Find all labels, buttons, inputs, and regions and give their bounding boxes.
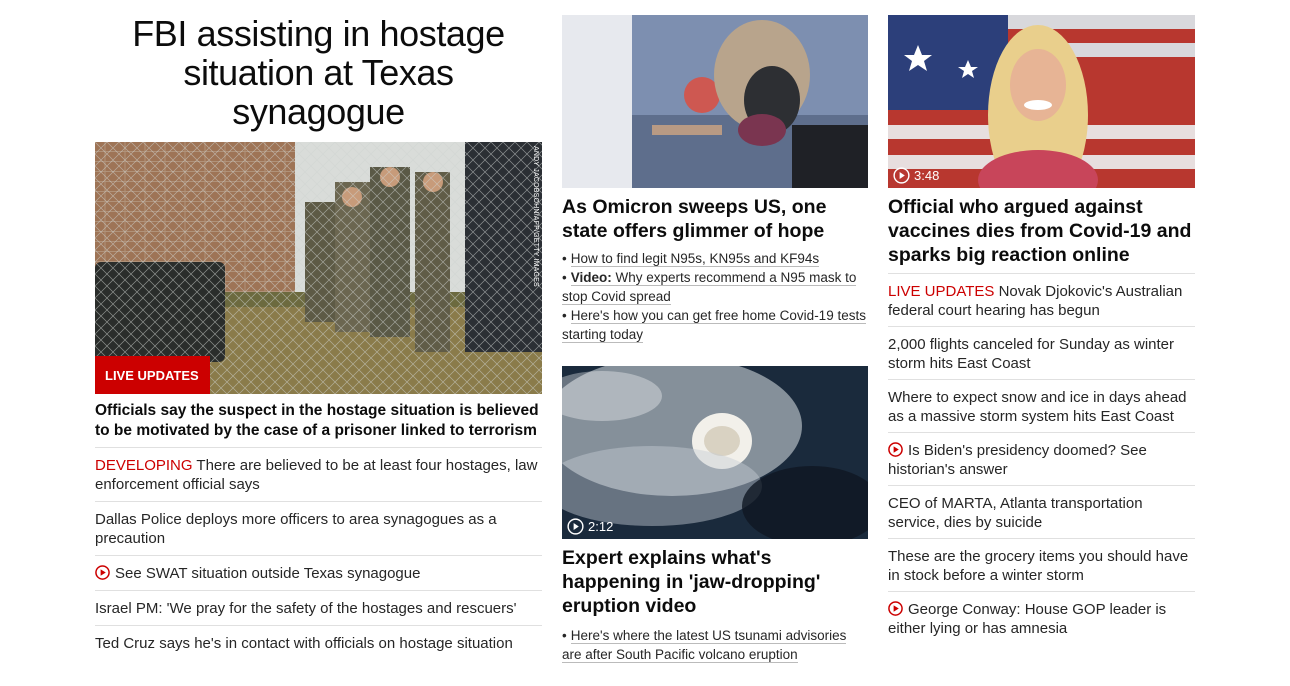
bullet-item[interactable]: • Here's where the latest US tsunami advi… (562, 626, 868, 664)
list-item[interactable]: George Conway: House GOP leader is eithe… (888, 591, 1195, 644)
list-item-text: Where to expect snow and ice in days ahe… (888, 389, 1187, 425)
omicron-photo[interactable] (562, 15, 868, 188)
developing-label: DEVELOPING (95, 457, 193, 474)
bullet-link[interactable]: How to find legit N95s, KN95s and KF94s (570, 251, 820, 267)
official-story-title[interactable]: Official who argued against vaccines die… (888, 195, 1195, 273)
list-item[interactable]: 2,000 flights canceled for Sunday as win… (888, 326, 1195, 379)
duration-text: 2:12 (588, 519, 614, 534)
omicron-photo-image (562, 15, 868, 188)
lead-story-column: FBI assisting in hostage situation at Te… (95, 0, 542, 660)
lead-story-title[interactable]: Officials say the suspect in the hostage… (95, 401, 542, 447)
list-item[interactable]: Ted Cruz says he's in contact with offic… (95, 625, 542, 660)
list-item-text: George Conway: House GOP leader is eithe… (888, 601, 1167, 637)
list-item[interactable]: Where to expect snow and ice in days ahe… (888, 379, 1195, 432)
list-item[interactable]: These are the grocery items you should h… (888, 538, 1195, 591)
list-item[interactable]: CEO of MARTA, Atlanta transportation ser… (888, 485, 1195, 538)
lead-headline[interactable]: FBI assisting in hostage situation at Te… (95, 0, 542, 142)
video-duration: 3:48 (893, 167, 939, 184)
list-item[interactable]: Dallas Police deploys more officers to a… (95, 501, 542, 555)
omicron-story-title[interactable]: As Omicron sweeps US, one state offers g… (562, 195, 868, 243)
list-item-text: Ted Cruz says he's in contact with offic… (95, 635, 513, 652)
list-item[interactable]: See SWAT situation outside Texas synagog… (95, 555, 542, 590)
bullet-item[interactable]: • Here's how you can get free home Covid-… (562, 306, 868, 344)
list-item-text: 2,000 flights canceled for Sunday as win… (888, 336, 1175, 372)
list-item[interactable]: LIVE UPDATES Novak Djokovic's Australian… (888, 273, 1195, 326)
right-column: 3:48 Official who argued against vaccine… (888, 0, 1195, 644)
play-icon (888, 442, 903, 457)
right-related-list: LIVE UPDATES Novak Djokovic's Australian… (888, 273, 1195, 644)
bullet-link[interactable]: Here's how you can get free home Covid-1… (562, 308, 866, 343)
duration-text: 3:48 (914, 168, 940, 183)
play-circle-icon (567, 518, 584, 535)
play-icon (888, 601, 903, 616)
list-item-text: CEO of MARTA, Atlanta transportation ser… (888, 495, 1143, 531)
list-item-text: These are the grocery items you should h… (888, 548, 1189, 584)
bullet-link[interactable]: Here's where the latest US tsunami advis… (562, 628, 847, 663)
official-video-thumb[interactable]: 3:48 (888, 15, 1195, 188)
eruption-video-thumb[interactable]: 2:12 (562, 366, 868, 539)
bullet-link[interactable]: Video: Why experts recommend a N95 mask … (562, 270, 857, 305)
list-item-text: Israel PM: 'We pray for the safety of th… (95, 600, 517, 617)
official-video-image (888, 15, 1195, 188)
play-icon (95, 565, 110, 580)
bullet-item[interactable]: • How to find legit N95s, KN95s and KF94s (562, 249, 868, 268)
omicron-bullets: • How to find legit N95s, KN95s and KF94s… (562, 249, 868, 344)
eruption-bullets: • Here's where the latest US tsunami advi… (562, 626, 868, 664)
bullet-item[interactable]: • Video: Why experts recommend a N95 mask… (562, 268, 868, 306)
eruption-video-image (562, 366, 868, 539)
lead-photo[interactable]: ANDY JACOBSOHN/AFP/GETTY IMAGES LIVE UPD… (95, 142, 542, 394)
list-item[interactable]: Is Biden's presidency doomed? See histor… (888, 432, 1195, 485)
video-label: Video: (570, 270, 612, 285)
live-updates-badge[interactable]: LIVE UPDATES (95, 356, 210, 394)
list-item-text: Dallas Police deploys more officers to a… (95, 511, 497, 547)
lead-related-list: DEVELOPING There are believed to be at l… (95, 447, 542, 660)
video-duration: 2:12 (567, 518, 613, 535)
middle-column: As Omicron sweeps US, one state offers g… (562, 0, 868, 664)
list-item[interactable]: DEVELOPING There are believed to be at l… (95, 447, 542, 501)
live-updates-label: LIVE UPDATES (888, 283, 995, 300)
photo-credit: ANDY JACOBSOHN/AFP/GETTY IMAGES (532, 146, 539, 287)
play-circle-icon (893, 167, 910, 184)
list-item-text: See SWAT situation outside Texas synagog… (115, 565, 421, 582)
list-item[interactable]: Israel PM: 'We pray for the safety of th… (95, 590, 542, 625)
list-item-text: Is Biden's presidency doomed? See histor… (888, 442, 1147, 478)
eruption-story-title[interactable]: Expert explains what's happening in 'jaw… (562, 546, 868, 618)
